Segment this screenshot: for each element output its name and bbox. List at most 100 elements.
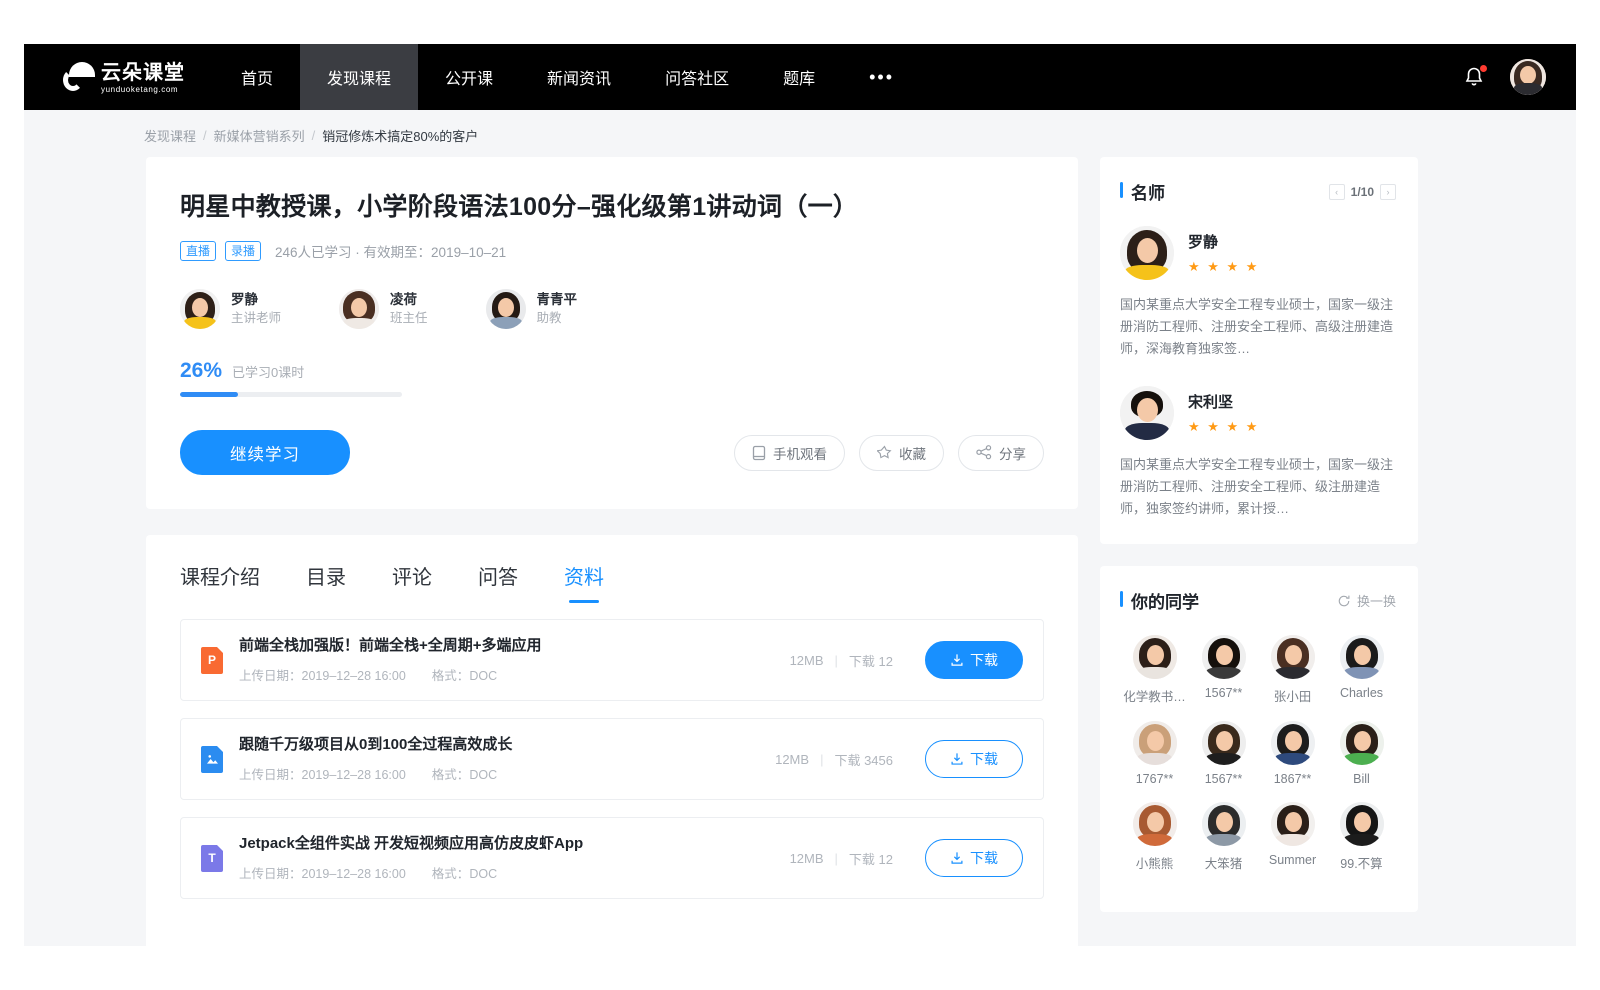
classmate-name: 1567**: [1189, 772, 1258, 786]
breadcrumb-item-0[interactable]: 发现课程: [144, 126, 196, 145]
teacher-item[interactable]: 青青平 助教: [486, 289, 578, 329]
main-column: 明星中教授课，小学阶段语法100分–强化级第1讲动词（一） 直播 录播 246人…: [146, 157, 1078, 946]
download-icon: [950, 752, 964, 766]
resource-title: 前端全栈加强版！前端全栈+全周期+多端应用: [239, 636, 542, 656]
tab-qa[interactable]: 问答: [478, 561, 518, 603]
refresh-classmates-button[interactable]: 换一换: [1337, 591, 1396, 610]
bell-icon[interactable]: [1462, 65, 1486, 89]
progress-bar: [180, 392, 402, 397]
nav-item-home[interactable]: 首页: [214, 44, 300, 110]
nav-item-discover-courses[interactable]: 发现课程: [300, 44, 418, 110]
breadcrumb-item-1[interactable]: 新媒体营销系列: [214, 126, 305, 145]
tag-live: 直播: [180, 241, 216, 261]
teacher-item[interactable]: 罗静 主讲老师: [180, 289, 281, 329]
download-button[interactable]: 下载: [925, 740, 1023, 778]
list-item[interactable]: P 前端全栈加强版！前端全栈+全周期+多端应用 上传日期：2019–12–28 …: [180, 619, 1044, 701]
share-button[interactable]: 分享: [958, 435, 1044, 471]
tab-catalog[interactable]: 目录: [306, 561, 346, 603]
logo-text-en: yunduoketang.com: [101, 86, 185, 94]
mobile-watch-label: 手机观看: [773, 443, 827, 463]
chevron-left-icon[interactable]: ‹: [1329, 184, 1345, 200]
famous-teachers-panel: 名师 ‹ 1/10 ›: [1100, 157, 1418, 544]
course-meta-text: 246人已学习 · 有效期至：2019–10–21: [275, 241, 506, 261]
avatar: [1133, 802, 1177, 846]
list-item[interactable]: T Jetpack全组件实战 开发短视频应用高仿皮皮虾App 上传日期：2019…: [180, 817, 1044, 899]
progress-row: 26% 已学习0课时: [180, 359, 1044, 383]
teacher-item[interactable]: 凌荷 班主任: [339, 289, 428, 329]
resource-upload-date: 上传日期：2019–12–28 16:00: [239, 764, 406, 783]
classmate-name: 99.不算: [1327, 853, 1396, 872]
classmate-item[interactable]: 化学教书…: [1120, 635, 1189, 705]
nav-item-news[interactable]: 新闻资讯: [520, 44, 638, 110]
classmate-item[interactable]: 小熊熊: [1120, 802, 1189, 872]
avatar: [1340, 721, 1384, 765]
classmate-name: Charles: [1327, 686, 1396, 700]
logo-text-cn: 云朵课堂: [101, 63, 185, 83]
course-header-card: 明星中教授课，小学阶段语法100分–强化级第1讲动词（一） 直播 录播 246人…: [146, 157, 1078, 509]
classmate-item[interactable]: Bill: [1327, 721, 1396, 786]
download-label: 下载: [970, 749, 998, 769]
tab-course-intro[interactable]: 课程介绍: [180, 561, 260, 603]
avatar: [1202, 635, 1246, 679]
file-icon-letter: P: [208, 653, 216, 667]
classmate-item[interactable]: 99.不算: [1327, 802, 1396, 872]
nav-item-question-bank[interactable]: 题库: [756, 44, 842, 110]
classmate-item[interactable]: 1567**: [1189, 721, 1258, 786]
teacher-name: 宋利坚: [1188, 391, 1259, 412]
nav-item-open-class[interactable]: 公开课: [418, 44, 520, 110]
avatar: [1340, 802, 1384, 846]
classmate-item[interactable]: Summer: [1258, 802, 1327, 872]
classmate-item[interactable]: 张小田: [1258, 635, 1327, 705]
classmate-name: 张小田: [1258, 686, 1327, 705]
page-indicator: 1/10: [1351, 185, 1374, 199]
share-icon: [976, 445, 992, 460]
download-label: 下载: [970, 848, 998, 868]
classmate-name: 1567**: [1189, 686, 1258, 700]
favorite-button[interactable]: 收藏: [859, 435, 944, 471]
resource-list: P 前端全栈加强版！前端全栈+全周期+多端应用 上传日期：2019–12–28 …: [146, 603, 1078, 899]
classmate-item[interactable]: 1767**: [1120, 721, 1189, 786]
classmate-item[interactable]: Charles: [1327, 635, 1396, 705]
nav-item-qa-community[interactable]: 问答社区: [638, 44, 756, 110]
teacher-list: 罗静 主讲老师 凌荷 班主任: [180, 289, 1044, 329]
text-file-icon: T: [201, 845, 223, 872]
upload-label: 上传日期：: [239, 768, 302, 782]
resource-size: 12MB: [775, 752, 809, 767]
notification-dot: [1480, 65, 1487, 72]
list-item[interactable]: 跟随千万级项目从0到100全过程高效成长 上传日期：2019–12–28 16:…: [180, 718, 1044, 800]
classmate-item[interactable]: 大笨猪: [1189, 802, 1258, 872]
breadcrumb: 发现课程 / 新媒体营销系列 / 销冠修炼术搞定80%的客户: [24, 110, 1576, 157]
download-icon: [950, 653, 964, 667]
avatar: [1271, 635, 1315, 679]
teacher-card[interactable]: 罗静 ★ ★ ★ ★ 国内某重点大学安全工程专业硕士，国家一级注册消防工程师、注…: [1120, 226, 1396, 360]
classmate-name: 1767**: [1120, 772, 1189, 786]
nav-item-more[interactable]: •••: [842, 44, 921, 110]
teacher-name: 罗静: [231, 291, 281, 308]
resource-format: 格式：DOC: [432, 665, 497, 684]
avatar: [1202, 721, 1246, 765]
panel-title: 名师: [1120, 179, 1165, 204]
classmate-name: 1867**: [1258, 772, 1327, 786]
mobile-watch-button[interactable]: 手机观看: [734, 435, 845, 471]
classmate-name: Summer: [1258, 853, 1327, 867]
chevron-right-icon[interactable]: ›: [1380, 184, 1396, 200]
teacher-role: 主讲老师: [231, 310, 281, 327]
upload-label: 上传日期：: [239, 669, 302, 683]
continue-learning-button[interactable]: 继续学习: [180, 430, 350, 475]
download-button[interactable]: 下载: [925, 641, 1023, 679]
teacher-card[interactable]: 宋利坚 ★ ★ ★ ★ 国内某重点大学安全工程专业硕士，国家一级注册消防工程师、…: [1120, 386, 1396, 520]
user-avatar[interactable]: [1510, 59, 1546, 95]
teacher-name: 凌荷: [390, 291, 428, 308]
download-button[interactable]: 下载: [925, 839, 1023, 877]
teacher-name: 罗静: [1188, 231, 1259, 252]
tab-materials[interactable]: 资料: [564, 561, 604, 603]
avatar: [1271, 721, 1315, 765]
classmate-item[interactable]: 1867**: [1258, 721, 1327, 786]
nav-menu: 首页 发现课程 公开课 新闻资讯 问答社区 题库 •••: [214, 44, 921, 110]
classmate-item[interactable]: 1567**: [1189, 635, 1258, 705]
site-logo[interactable]: 云朵课堂 yunduoketang.com: [24, 44, 214, 110]
upload-value: 2019–12–28 16:00: [302, 867, 406, 881]
tab-comments[interactable]: 评论: [392, 561, 432, 603]
image-file-icon: [201, 746, 223, 773]
resource-downloads: 下载 12: [849, 651, 893, 670]
